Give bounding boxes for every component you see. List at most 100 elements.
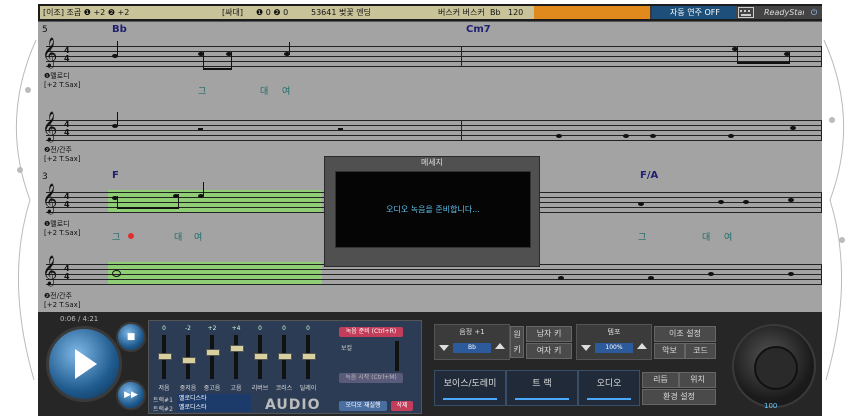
track1-select[interactable]: 멜로디스타 xyxy=(177,394,251,403)
original-key-button[interactable]: 원 키 xyxy=(510,326,524,358)
song-artist: 버스커 버스커 xyxy=(438,8,485,17)
environment-settings-button[interactable]: 환경 설정 xyxy=(642,389,716,405)
lyric: 그 xyxy=(198,87,207,97)
tempo-down-icon[interactable] xyxy=(581,345,591,351)
rhythm-button[interactable]: 리듬 xyxy=(642,372,679,388)
song-progress-bar[interactable] xyxy=(534,6,656,19)
stop-button[interactable]: ■ xyxy=(116,322,146,352)
transpose-status[interactable]: [이조] 조곱 ❶ +2 ❷ +2 xyxy=(40,6,222,19)
decorative-background-left xyxy=(15,39,37,381)
karaoke-app-window: [이조] 조곱 ❶ +2 ❷ +2 [싸대] ❶ 0 ❷ 0 53641 벚꽃 … xyxy=(38,4,822,416)
pitch-up-icon[interactable] xyxy=(495,343,505,349)
channel-value: -2 xyxy=(185,325,191,332)
channel-slider-knob[interactable] xyxy=(206,349,220,356)
lyric: 여 xyxy=(194,233,203,243)
rest xyxy=(198,128,203,130)
tempo-label: 템포 xyxy=(607,328,621,336)
song-tempo: 120 xyxy=(508,8,524,17)
elapsed-time: 0:06 / 4:21 xyxy=(60,315,99,323)
volume-dial[interactable] xyxy=(732,324,816,408)
mixer-channel-3: +4 고음 xyxy=(227,325,245,395)
lyric: 여 xyxy=(282,87,291,97)
audio-mixer: 트랙#1 멜로디스타 트랙#2 멜로디스타 AUDIO 녹음 준비 (Ctrl+… xyxy=(148,320,422,414)
app-logo: ReadyStar xyxy=(761,6,807,19)
tab-voice[interactable]: 보이스/도레미 xyxy=(434,370,506,406)
time-signature: 44 xyxy=(64,264,70,281)
note xyxy=(728,134,734,138)
channel-name: 리버브 xyxy=(251,385,269,392)
treble-clef-icon: 𝄞 xyxy=(42,38,58,68)
tab-audio[interactable]: 오디오 xyxy=(578,370,640,406)
track2-label: 트랙#2 xyxy=(153,406,173,413)
transpose-settings-button[interactable]: 이조 설정 xyxy=(654,326,716,342)
mixer-channel-6: 0 딜레이 xyxy=(299,325,317,395)
play-button[interactable]: ▶ xyxy=(46,326,122,402)
dialog-body: 오디오 녹음을 준비합니다... xyxy=(335,171,531,248)
chord-symbol: Cm7 xyxy=(466,24,491,35)
channel-slider-knob[interactable] xyxy=(158,353,172,360)
power-icon[interactable]: ⏻ xyxy=(804,6,822,19)
channel-slider-knob[interactable] xyxy=(182,357,196,364)
pitch-down-icon[interactable] xyxy=(439,345,449,351)
part-label: ❷전/간주 [+2 T.Sax] xyxy=(44,292,81,309)
tempo-control: 템포 100% xyxy=(576,324,652,360)
part-label: ❷전/간주 [+2 T.Sax] xyxy=(44,146,81,163)
score-button[interactable]: 악보 xyxy=(654,343,685,359)
top-status-bar: [이조] 조곱 ❶ +2 ❷ +2 [싸대] ❶ 0 ❷ 0 53641 벚꽃 … xyxy=(38,4,822,22)
channel-value: +4 xyxy=(231,325,241,332)
keyboard-icon[interactable] xyxy=(735,6,763,19)
mixer-channel-5: 0 코러스 xyxy=(275,325,293,395)
chord-button[interactable]: 코드 xyxy=(685,343,716,359)
track2-select[interactable]: 멜로디스타 xyxy=(177,403,251,412)
vocal-slider[interactable] xyxy=(395,341,399,371)
channel-slider-knob[interactable] xyxy=(230,345,244,352)
part-label: ❶멜로디 [+2 T.Sax] xyxy=(44,72,81,89)
auto-play-toggle[interactable]: 자동 연주 OFF xyxy=(652,6,738,19)
treble-clef-icon: 𝄞 xyxy=(42,112,58,142)
record-ready-button[interactable]: 녹음 준비 (Ctrl+R) xyxy=(339,327,403,337)
channel-value: 0 xyxy=(162,325,166,332)
song-title: 53641 벚꽃 엔딩 xyxy=(311,8,371,17)
note xyxy=(788,198,794,202)
position-button[interactable]: 위치 xyxy=(679,372,716,388)
note xyxy=(638,202,644,206)
channel-value: 0 xyxy=(282,325,286,332)
note xyxy=(650,134,656,138)
audio-replay-button[interactable]: 오디오 재실행 xyxy=(339,401,387,411)
note xyxy=(708,272,714,276)
record-start-button[interactable]: 녹음 시작 (Ctrl+M) xyxy=(339,373,403,383)
male-key-button[interactable]: 남자 키 xyxy=(526,326,572,342)
female-key-button[interactable]: 여자 키 xyxy=(526,343,572,359)
tab-track[interactable]: 트 랙 xyxy=(506,370,578,406)
delete-button[interactable]: 삭제 xyxy=(391,401,413,411)
sync-status[interactable]: ❶ 0 ❷ 0 xyxy=(253,6,311,19)
channel-slider-knob[interactable] xyxy=(278,353,292,360)
time-signature: 44 xyxy=(64,120,70,137)
channel-value: +2 xyxy=(207,325,217,332)
channel-slider-knob[interactable] xyxy=(254,353,268,360)
channel-value: 0 xyxy=(306,325,310,332)
time-signature: 44 xyxy=(64,46,70,63)
note xyxy=(790,126,796,130)
song-progress-fill xyxy=(534,6,650,19)
lyric: 그 xyxy=(112,233,121,243)
dialog-message: 오디오 녹음을 준비합니다... xyxy=(386,205,480,214)
message-dialog: 메세지 오디오 녹음을 준비합니다... xyxy=(324,156,540,267)
channel-slider[interactable] xyxy=(234,335,238,379)
channel-name: 중저음 xyxy=(179,385,197,392)
mixer-channel-1: -2 중저음 xyxy=(179,325,197,395)
channel-slider[interactable] xyxy=(210,335,214,379)
note xyxy=(558,276,564,280)
audio-label: AUDIO xyxy=(265,397,321,413)
tempo-up-icon[interactable] xyxy=(637,343,647,349)
channel-name: 저음 xyxy=(158,385,170,392)
lyric: 대 xyxy=(174,233,183,243)
pitch-control: 음정 +1 Bb xyxy=(434,324,510,360)
channel-value: 0 xyxy=(258,325,262,332)
staff-intro xyxy=(46,264,822,285)
channel-slider-knob[interactable] xyxy=(302,353,316,360)
staff-intro xyxy=(46,120,822,141)
fast-forward-button[interactable]: ▶▶ xyxy=(116,380,146,410)
lyric: 그 xyxy=(638,233,647,243)
channel-name: 고음 xyxy=(230,385,242,392)
